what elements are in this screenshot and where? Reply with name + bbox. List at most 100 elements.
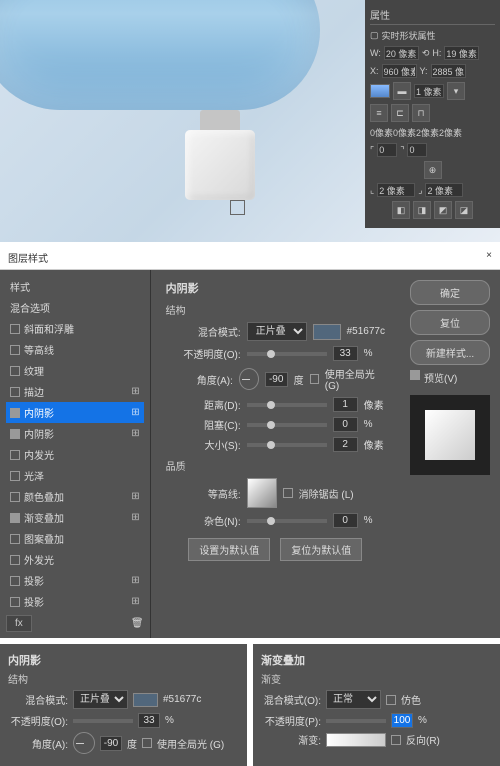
- preview-checkbox[interactable]: [410, 370, 420, 380]
- fx-item-9[interactable]: 渐变叠加⊞: [6, 507, 144, 528]
- fx-item-12[interactable]: 投影⊞: [6, 570, 144, 591]
- fx-item-4[interactable]: 内阴影⊞: [6, 402, 144, 423]
- global-light-checkbox[interactable]: [310, 374, 319, 384]
- p3-grad-picker[interactable]: [326, 733, 386, 747]
- fx-checkbox[interactable]: [10, 366, 20, 376]
- fx-item-11[interactable]: 外发光: [6, 549, 144, 570]
- p3-opacity-slider[interactable]: [326, 719, 386, 723]
- plus-icon[interactable]: ⊞: [131, 386, 139, 397]
- plus-icon[interactable]: ⊞: [131, 596, 139, 607]
- height-input[interactable]: [444, 46, 479, 60]
- y-input[interactable]: [431, 64, 466, 78]
- antialias-checkbox[interactable]: [283, 488, 293, 498]
- new-style-button[interactable]: 新建样式...: [410, 340, 490, 365]
- fx-item-1[interactable]: 等高线: [6, 339, 144, 360]
- blend-options[interactable]: 混合选项: [6, 297, 144, 318]
- choke-slider[interactable]: [247, 423, 327, 427]
- corner-bl-input[interactable]: [377, 183, 415, 197]
- blend-mode-select[interactable]: 正片叠底: [247, 322, 307, 341]
- plus-icon[interactable]: ⊞: [131, 428, 139, 439]
- p3-opacity-value[interactable]: 100: [391, 713, 413, 728]
- align-icon[interactable]: ≡: [370, 104, 388, 122]
- pf-icon-1[interactable]: ◧: [392, 201, 410, 219]
- fx-item-5[interactable]: 内阴影⊞: [6, 423, 144, 444]
- fx-checkbox[interactable]: [10, 513, 20, 523]
- stroke-type-dropdown[interactable]: ▾: [447, 82, 465, 100]
- fx-checkbox[interactable]: [10, 450, 20, 460]
- corner-tl-input[interactable]: [377, 143, 397, 157]
- p3-blend-select[interactable]: 正常: [326, 690, 381, 709]
- link-icon[interactable]: ⟲: [422, 48, 430, 59]
- choke-value[interactable]: 0: [333, 417, 358, 432]
- distance-value[interactable]: 1: [333, 397, 358, 412]
- reset-default-button[interactable]: 复位为默认值: [280, 538, 362, 561]
- quality-label: 品质: [166, 458, 385, 473]
- p2-opacity-slider[interactable]: [73, 719, 133, 723]
- fx-button[interactable]: fx: [6, 615, 32, 632]
- distance-slider[interactable]: [247, 403, 327, 407]
- color-swatch[interactable]: [313, 324, 341, 340]
- opacity-slider[interactable]: [247, 352, 327, 356]
- make-default-button[interactable]: 设置为默认值: [188, 538, 270, 561]
- p2-opacity-value[interactable]: 33: [138, 713, 160, 728]
- fx-checkbox[interactable]: [10, 345, 20, 355]
- noise-slider[interactable]: [247, 519, 327, 523]
- size-slider[interactable]: [247, 443, 327, 447]
- fx-checkbox[interactable]: [10, 408, 20, 418]
- fill-swatch[interactable]: [370, 84, 390, 98]
- join-icon[interactable]: ⊓: [412, 104, 430, 122]
- plus-icon[interactable]: ⊞: [131, 491, 139, 502]
- fx-item-6[interactable]: 内发光: [6, 444, 144, 465]
- fx-checkbox[interactable]: [10, 471, 20, 481]
- ok-button[interactable]: 确定: [410, 280, 490, 305]
- contour-picker[interactable]: [247, 478, 277, 508]
- fx-checkbox[interactable]: [10, 429, 20, 439]
- plus-icon[interactable]: ⊞: [131, 575, 139, 586]
- x-input[interactable]: [382, 64, 417, 78]
- fx-checkbox[interactable]: [10, 534, 20, 544]
- p2-global-cb[interactable]: [142, 738, 152, 748]
- canvas-viewport[interactable]: 属性 ▢实时形状属性 W: ⟲ H: X: Y: ▬ ▾ ≡⊏⊓ 0像素0像素2…: [0, 0, 500, 242]
- p3-dither-cb[interactable]: [386, 695, 396, 705]
- noise-value[interactable]: 0: [333, 513, 358, 528]
- fx-item-10[interactable]: 图案叠加: [6, 528, 144, 549]
- stroke-width-input[interactable]: [414, 84, 444, 98]
- angle-dial[interactable]: [239, 368, 259, 390]
- fx-item-7[interactable]: 光泽: [6, 465, 144, 486]
- p2-color-swatch[interactable]: [133, 693, 158, 707]
- p2-angle-dial[interactable]: [73, 732, 95, 754]
- p2-angle-value[interactable]: -90: [100, 736, 122, 751]
- width-input[interactable]: [384, 46, 419, 60]
- trash-icon[interactable]: 🗑: [131, 618, 144, 629]
- fx-item-2[interactable]: 纹理: [6, 360, 144, 381]
- size-value[interactable]: 2: [333, 437, 358, 452]
- fx-checkbox[interactable]: [10, 597, 20, 607]
- link-corners-icon[interactable]: ⊕: [424, 161, 442, 179]
- fx-checkbox[interactable]: [10, 492, 20, 502]
- selection-box[interactable]: [230, 200, 245, 215]
- corner-tr-input[interactable]: [407, 143, 427, 157]
- plus-icon[interactable]: ⊞: [131, 407, 139, 418]
- p3-reverse-cb[interactable]: [391, 735, 401, 745]
- p2-blend-select[interactable]: 正片叠底: [73, 690, 128, 709]
- fx-item-0[interactable]: 斜面和浮雕: [6, 318, 144, 339]
- cancel-button[interactable]: 复位: [410, 310, 490, 335]
- styles-header[interactable]: 样式: [6, 276, 144, 297]
- corner-br-input[interactable]: [425, 183, 463, 197]
- pf-icon-2[interactable]: ◨: [413, 201, 431, 219]
- plus-icon[interactable]: ⊞: [131, 512, 139, 523]
- cap-icon[interactable]: ⊏: [391, 104, 409, 122]
- pf-icon-3[interactable]: ◩: [434, 201, 452, 219]
- fx-checkbox[interactable]: [10, 324, 20, 334]
- fx-item-8[interactable]: 颜色叠加⊞: [6, 486, 144, 507]
- fx-item-13[interactable]: 投影⊞: [6, 591, 144, 612]
- opacity-value[interactable]: 33: [333, 346, 358, 361]
- fx-checkbox[interactable]: [10, 555, 20, 565]
- stroke-swatch[interactable]: ▬: [393, 82, 411, 100]
- pf-icon-4[interactable]: ◪: [455, 201, 473, 219]
- close-icon[interactable]: ×: [486, 250, 492, 265]
- angle-value[interactable]: -90: [265, 372, 288, 387]
- fx-checkbox[interactable]: [10, 576, 20, 586]
- fx-item-3[interactable]: 描边⊞: [6, 381, 144, 402]
- fx-checkbox[interactable]: [10, 387, 20, 397]
